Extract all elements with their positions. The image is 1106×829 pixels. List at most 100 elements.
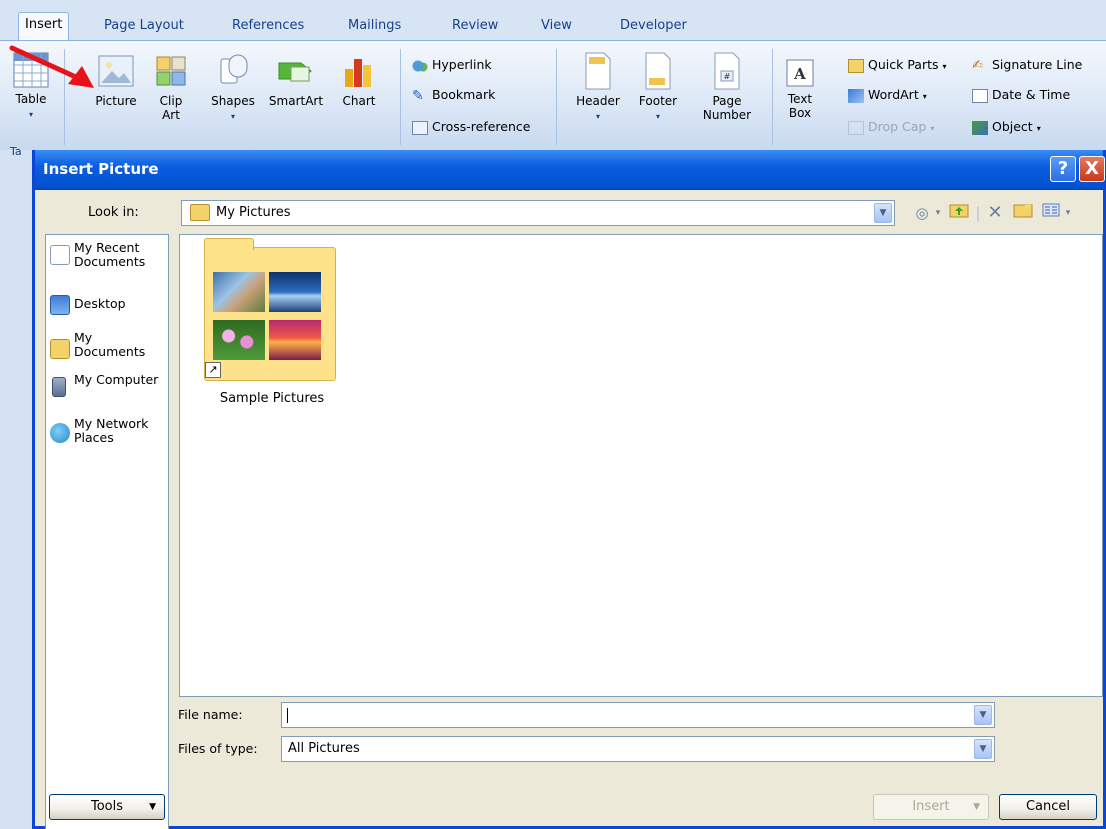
dialog-titlebar[interactable]: Insert Picture ? X bbox=[35, 150, 1105, 190]
picture-label: Picture bbox=[95, 94, 137, 108]
tab-view[interactable]: View bbox=[541, 14, 572, 38]
svg-text:A: A bbox=[793, 65, 806, 83]
insert-dropdown-arrow: ▼ bbox=[973, 802, 980, 812]
recent-documents-icon bbox=[50, 245, 70, 265]
header-icon bbox=[585, 52, 611, 90]
bookmark-button[interactable]: ✎ Bookmark bbox=[412, 85, 495, 105]
file-name-dropdown-arrow[interactable]: ▼ bbox=[974, 705, 992, 725]
text-box-label: Text Box bbox=[787, 92, 813, 120]
page-number-button[interactable]: # Page Number bbox=[692, 51, 762, 122]
back-icon[interactable]: ◎ bbox=[911, 202, 933, 224]
date-time-icon bbox=[972, 88, 988, 103]
look-in-dropdown[interactable]: My Pictures ▼ bbox=[181, 200, 895, 226]
header-button[interactable]: Header ▾ bbox=[570, 51, 626, 124]
footer-dropdown-arrow: ▾ bbox=[655, 112, 660, 121]
delete-icon[interactable]: ✕ bbox=[983, 202, 1007, 224]
place-desktop[interactable]: Desktop bbox=[46, 293, 168, 317]
smartart-label: SmartArt bbox=[268, 94, 324, 108]
wordart-icon bbox=[848, 88, 864, 103]
chart-label: Chart bbox=[342, 94, 376, 108]
place-my-computer[interactable]: My Computer bbox=[46, 373, 168, 409]
header-dropdown-arrow: ▾ bbox=[595, 112, 600, 121]
place-my-recent-documents[interactable]: My Recent Documents bbox=[46, 241, 168, 277]
annotation-arrow-icon bbox=[9, 45, 94, 88]
chart-icon bbox=[345, 59, 371, 87]
files-of-type-value: All Pictures bbox=[288, 741, 360, 756]
wordart-button[interactable]: WordArt ▾ bbox=[848, 85, 927, 105]
place-my-documents[interactable]: My Documents bbox=[46, 331, 168, 367]
help-button[interactable]: ? bbox=[1050, 156, 1076, 182]
views-dropdown-arrow[interactable]: ▾ bbox=[1063, 202, 1073, 224]
object-label: Object bbox=[992, 119, 1033, 134]
tools-button[interactable]: Tools ▼ bbox=[49, 794, 165, 820]
back-dropdown-arrow[interactable]: ▾ bbox=[933, 202, 943, 224]
smartart-button[interactable]: SmartArt bbox=[264, 51, 328, 108]
file-list[interactable]: ↗ Sample Pictures bbox=[179, 234, 1103, 697]
tab-review[interactable]: Review bbox=[452, 14, 498, 38]
tools-label: Tools bbox=[90, 799, 124, 814]
views-icon[interactable] bbox=[1039, 202, 1063, 224]
text-cursor bbox=[287, 708, 288, 723]
files-of-type-label: Files of type: bbox=[178, 741, 258, 756]
bookmark-label: Bookmark bbox=[432, 87, 496, 102]
tools-dropdown-arrow: ▼ bbox=[149, 802, 156, 812]
clip-art-icon bbox=[156, 56, 186, 86]
ribbon-tab-bar: Insert Page Layout References Mailings R… bbox=[0, 0, 1106, 41]
object-dropdown-arrow: ▾ bbox=[1036, 124, 1041, 133]
drop-cap-dropdown-arrow: ▾ bbox=[930, 124, 935, 133]
date-time-button[interactable]: Date & Time bbox=[972, 85, 1070, 105]
folder-tab bbox=[204, 238, 254, 250]
quick-parts-button[interactable]: Quick Parts ▾ bbox=[848, 55, 947, 75]
up-folder-icon[interactable] bbox=[947, 202, 971, 224]
shortcut-arrow-icon: ↗ bbox=[205, 362, 221, 378]
file-name-label: File name: bbox=[178, 707, 243, 722]
footer-button[interactable]: Footer ▾ bbox=[630, 51, 686, 124]
signature-line-button[interactable]: ✍ Signature Line bbox=[972, 55, 1082, 75]
tables-group-label: Ta bbox=[10, 145, 22, 158]
look-in-label: Look in: bbox=[88, 205, 139, 220]
insert-button[interactable]: Insert ▼ bbox=[873, 794, 989, 820]
places-bar: My Recent Documents Desktop My Documents… bbox=[45, 234, 169, 829]
close-button[interactable]: X bbox=[1079, 156, 1105, 182]
thumbnail-photo bbox=[213, 320, 265, 360]
insert-picture-dialog: Insert Picture ? X Look in: My Pictures … bbox=[32, 150, 1106, 829]
thumbnail-photo bbox=[213, 272, 265, 312]
files-of-type-dropdown[interactable]: All Pictures ▼ bbox=[281, 736, 995, 762]
folder-item-sample-pictures[interactable]: ↗ Sample Pictures bbox=[202, 238, 336, 415]
look-in-dropdown-arrow[interactable]: ▼ bbox=[874, 203, 892, 223]
quick-parts-dropdown-arrow: ▾ bbox=[942, 62, 947, 71]
text-box-button[interactable]: A Text Box bbox=[780, 57, 820, 120]
header-label: Header bbox=[576, 94, 620, 108]
shapes-label: Shapes bbox=[211, 94, 255, 108]
cross-reference-button[interactable]: Cross-reference bbox=[412, 117, 530, 137]
quick-parts-icon bbox=[848, 58, 864, 73]
cross-reference-icon bbox=[412, 120, 428, 135]
files-of-type-dropdown-arrow[interactable]: ▼ bbox=[974, 739, 992, 759]
place-label: My Documents bbox=[74, 330, 146, 359]
cancel-button[interactable]: Cancel bbox=[999, 794, 1097, 820]
clip-art-button[interactable]: Clip Art bbox=[150, 51, 192, 122]
tab-references[interactable]: References bbox=[232, 14, 304, 38]
file-name-input[interactable]: ▼ bbox=[281, 702, 995, 728]
tab-developer[interactable]: Developer bbox=[620, 14, 687, 38]
drop-cap-button[interactable]: Drop Cap ▾ bbox=[848, 117, 934, 137]
object-button[interactable]: Object ▾ bbox=[972, 117, 1041, 137]
bookmark-icon: ✎ bbox=[412, 87, 424, 104]
tab-page-layout[interactable]: Page Layout bbox=[104, 14, 184, 38]
desktop-icon bbox=[50, 295, 70, 315]
chart-button[interactable]: Chart bbox=[336, 51, 382, 108]
footer-label: Footer bbox=[638, 94, 678, 108]
shapes-button[interactable]: Shapes ▾ bbox=[206, 51, 260, 124]
tab-mailings[interactable]: Mailings bbox=[348, 14, 401, 38]
svg-text:#: # bbox=[724, 72, 731, 81]
insert-label: Insert bbox=[912, 799, 950, 814]
look-in-value: My Pictures bbox=[216, 205, 291, 220]
new-folder-icon[interactable] bbox=[1011, 202, 1035, 224]
hyperlink-button[interactable]: Hyperlink bbox=[412, 55, 492, 75]
hyperlink-icon bbox=[412, 58, 428, 73]
place-my-network-places[interactable]: My Network Places bbox=[46, 417, 168, 453]
thumbnail-photo bbox=[269, 272, 321, 312]
network-places-icon bbox=[50, 423, 70, 443]
page-number-icon: # bbox=[714, 52, 740, 90]
folder-thumbnail-icon: ↗ bbox=[204, 238, 336, 381]
